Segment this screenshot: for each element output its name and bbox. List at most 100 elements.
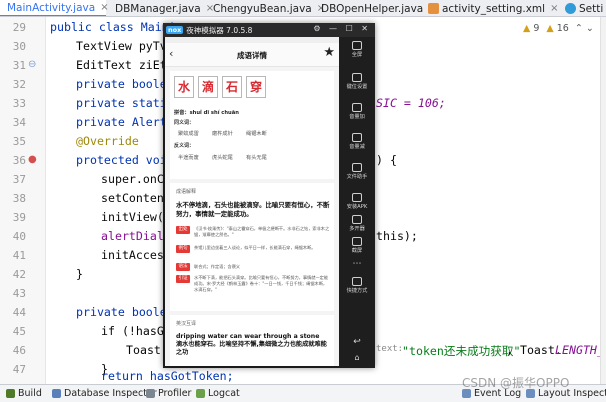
volume-up-button[interactable]: 音量加 xyxy=(339,103,375,120)
explain-label: 成语解释 xyxy=(176,189,197,195)
profiler-button[interactable]: Profiler xyxy=(146,388,191,399)
line-number: 30 xyxy=(12,40,26,53)
explain-text: 水不停地滴，石头也能被滴穿。比喻只要有恒心，不断努力，事情就一定能成功。 xyxy=(176,201,330,218)
screenshot-button[interactable]: 截屏 xyxy=(339,237,375,254)
idiom-char: 石 xyxy=(222,76,242,98)
line-number: 45 xyxy=(12,325,26,338)
right-tool-strip xyxy=(600,17,606,384)
chinese-translation: 滴水也能穿石。比喻坚持不懈,集细微之力也能成就难能之功 xyxy=(176,341,327,356)
code-line: @Override xyxy=(76,134,139,148)
line-number: 47 xyxy=(12,363,26,376)
code-line: super.onCr xyxy=(101,172,171,186)
build-tool-button[interactable]: Build xyxy=(6,388,42,399)
xml-icon xyxy=(428,3,439,14)
code-line: EditText ziEt; xyxy=(76,58,174,72)
volume-down-button[interactable]: 音量减 xyxy=(339,133,375,150)
close-icon[interactable]: × xyxy=(550,3,558,14)
shortcut-icon xyxy=(352,277,362,286)
override-marker-icon[interactable]: ● xyxy=(28,154,37,165)
chevron-up-icon[interactable]: ⌃ xyxy=(575,23,583,34)
nox-logo: nox xyxy=(166,26,184,34)
tab-mainactivity[interactable]: MainActivity.java × xyxy=(0,0,109,16)
explanation-card: 成语解释 水不停地滴，石头也能被滴穿。比喻只要有恒心，不断努力，事情就一定能成功… xyxy=(170,183,334,311)
fullscreen-icon xyxy=(352,41,362,50)
logcat-icon xyxy=(196,389,205,398)
tab-label: Setti xyxy=(579,2,604,15)
citation-text: 水不断下滴，能把石头滴穿。比喻只要有恒心，不断努力，事情就一定能成功。宋·罗大经… xyxy=(194,275,329,292)
scissors-icon xyxy=(352,237,362,246)
tab-dbopenhelper[interactable]: DBOpenHelper.java × xyxy=(314,0,437,16)
tab-setting[interactable]: Setti xyxy=(561,0,606,16)
window-controls[interactable]: ⚙ — ☐ ✕ xyxy=(313,24,371,33)
chevron-down-icon[interactable]: ⌄ xyxy=(586,23,594,34)
example-tag: 例句 xyxy=(176,245,190,253)
emulator-sidebar: 全屏 键位设置 音量加 音量减 文件助手 安装APK 多开器 截屏 ⋯ 快捷方式… xyxy=(339,37,375,368)
tab-chengyubean[interactable]: ChengyuBean.java × xyxy=(206,0,325,16)
example-text: 茶馆儿里边坐着三人谈论，似平日一样，长能滴石穿，绳锯木断。 xyxy=(194,245,316,250)
back-nav-icon[interactable]: ↩ xyxy=(339,337,375,347)
line-number: 43 xyxy=(12,287,26,300)
code-line: "token还未成功获取" xyxy=(402,344,521,358)
profiler-icon xyxy=(146,389,155,398)
line-number: 35 xyxy=(12,135,26,148)
shortcut-button[interactable]: 快捷方式 xyxy=(339,277,375,294)
logcat-button[interactable]: Logcat xyxy=(196,388,240,399)
antonyms-label: 反义词： xyxy=(174,143,195,149)
translation-card: 英汉互译 dripping water can wear through a s… xyxy=(170,315,334,366)
more-button[interactable]: ⋯ xyxy=(339,259,375,269)
line-number: 33 xyxy=(12,97,26,110)
weak-warning-icon: ▲ xyxy=(546,23,554,34)
param-hint: text: xyxy=(376,344,404,354)
line-number: 31 xyxy=(12,59,26,72)
synonyms-label: 同义词： xyxy=(174,120,195,126)
code-line: if (!hasGo xyxy=(101,324,171,338)
code-line: LENGTH_LO xyxy=(555,343,606,357)
tab-label: DBOpenHelper.java xyxy=(321,2,424,15)
code-line: alertDialo xyxy=(101,229,171,243)
install-apk-button[interactable]: 安装APK xyxy=(339,193,375,210)
multi-instance-button[interactable]: 多开器 xyxy=(339,215,375,232)
apk-icon xyxy=(352,193,362,202)
antonym-chip[interactable]: 半途而废 xyxy=(178,154,199,161)
code-line: ) { xyxy=(376,153,397,167)
warning-count: 9 xyxy=(533,23,540,34)
tab-activity-setting[interactable]: activity_setting.xml × xyxy=(424,0,559,16)
tab-dbmanager[interactable]: DBManager.java × xyxy=(108,0,214,16)
antonym-chip[interactable]: 有头无尾 xyxy=(246,154,267,161)
file-helper-button[interactable]: 文件助手 xyxy=(339,163,375,180)
code-line: protected void xyxy=(76,153,174,167)
fold-icon[interactable]: ⊖ xyxy=(28,59,36,70)
code-line: } xyxy=(76,267,83,281)
idiom-card: 水 滴 石 穿 拼音：shuǐ dī shí chuān 同义词： 聚蚊成雷 磨… xyxy=(170,71,334,179)
synonym-chip[interactable]: 绳锯木断 xyxy=(246,130,267,137)
weak-warning-count: 16 xyxy=(556,23,569,34)
synonym-chip[interactable]: 聚蚊成雷 xyxy=(178,130,199,137)
idiom-char: 穿 xyxy=(246,76,266,98)
fullscreen-button[interactable]: 全屏 xyxy=(339,41,375,58)
database-inspector-button[interactable]: Database Inspector xyxy=(52,388,157,399)
line-number: 46 xyxy=(12,344,26,357)
code-line: Toast. xyxy=(126,343,168,357)
keymap-button[interactable]: 键位设置 xyxy=(339,73,375,90)
line-number: 38 xyxy=(12,192,26,205)
emulator-window[interactable]: nox 夜神模拟器 7.0.5.8 ⚙ — ☐ ✕ 全屏 键位设置 音量加 音量… xyxy=(163,23,375,368)
line-number: 40 xyxy=(12,230,26,243)
line-number: 41 xyxy=(12,249,26,262)
home-nav-icon[interactable]: ⌂ xyxy=(339,353,375,362)
folder-icon xyxy=(352,163,362,172)
synonym-chip[interactable]: 磨杵成针 xyxy=(212,130,233,137)
class-icon xyxy=(565,3,576,14)
volume-up-icon xyxy=(352,103,362,112)
code-line: private boolea xyxy=(76,305,174,319)
tab-label: activity_setting.xml xyxy=(442,2,546,15)
tab-label: MainActivity.java xyxy=(7,1,96,14)
source-tag: 出处 xyxy=(176,226,190,234)
emulator-title-bar[interactable]: nox 夜神模拟器 7.0.5.8 ⚙ — ☐ ✕ xyxy=(163,23,375,37)
line-gutter: 29 30 31 32 33 34 35 36 37 38 39 40 41 4… xyxy=(0,17,46,384)
source-text: 《汉书·枚乘传》："泰山之霤穿石，单极之绠断干。水非石之钻，索非木之锯，渐靡使之… xyxy=(194,226,330,237)
keyboard-icon xyxy=(352,73,362,82)
favorite-star-icon[interactable]: ★ xyxy=(323,45,335,60)
inspection-badges[interactable]: ▲ 9 ▲ 16 ⌃ ⌄ xyxy=(523,23,594,34)
grammar-text: 联合式；作定语；含褒义 xyxy=(194,264,241,269)
antonym-chip[interactable]: 虎头蛇尾 xyxy=(212,154,233,161)
